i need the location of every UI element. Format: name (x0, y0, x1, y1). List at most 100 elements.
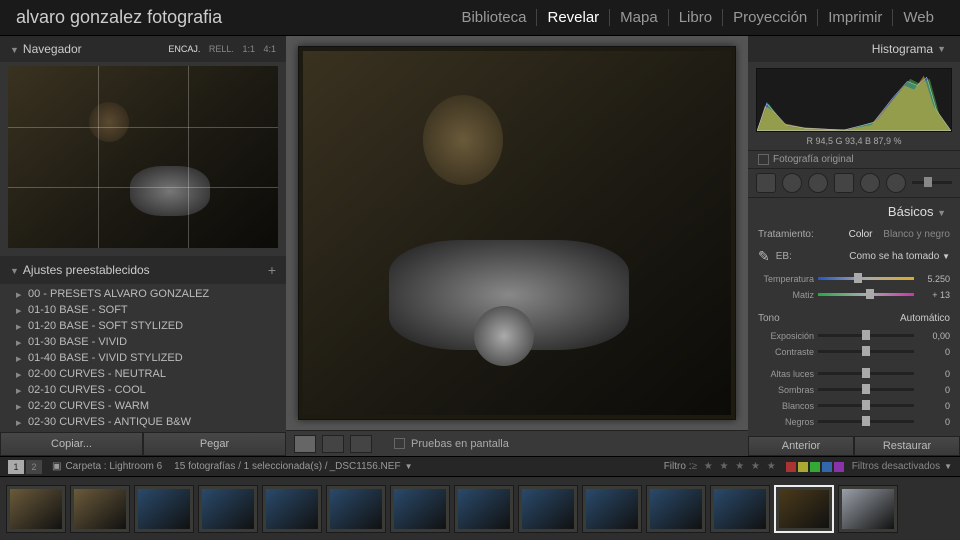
color-chip-blue[interactable] (822, 462, 832, 472)
previous-button[interactable]: Anterior (748, 436, 854, 456)
presets-header[interactable]: ▼ Ajustes preestablecidos + (0, 256, 286, 284)
filmstrip-thumb[interactable] (582, 485, 642, 533)
loupe-view[interactable]: 10/09/14 01:27:34 (286, 36, 748, 430)
presets-title: Ajustes preestablecidos (23, 263, 150, 277)
center-area: 10/09/14 01:27:34 Pruebas en pantalla (286, 36, 748, 456)
toolstrip (748, 168, 960, 198)
filmstrip-thumb[interactable] (710, 485, 770, 533)
wb-select[interactable]: Como se ha tomado ▼ (798, 251, 950, 262)
radial-tool[interactable] (860, 173, 880, 193)
grid-mode-2[interactable]: 2 (26, 460, 42, 474)
histogram[interactable] (756, 68, 952, 132)
slider-track[interactable] (818, 404, 914, 407)
preset-item[interactable]: 02-00 CURVES - NEUTRAL (0, 366, 286, 382)
filmstrip-thumb[interactable] (838, 485, 898, 533)
before-after-button[interactable] (322, 435, 344, 453)
spot-tool[interactable] (782, 173, 802, 193)
filmstrip[interactable] (0, 476, 960, 540)
treatment-color[interactable]: Color (849, 229, 873, 240)
tint-value[interactable]: + 13 (918, 290, 950, 300)
slider-value[interactable]: 0 (918, 385, 950, 395)
filmstrip-thumb[interactable] (518, 485, 578, 533)
filmstrip-thumb[interactable] (774, 485, 834, 533)
preset-item[interactable]: 02-10 CURVES - COOL (0, 382, 286, 398)
basics-header[interactable]: Básicos ▼ (748, 198, 960, 225)
wb-label: EB: (776, 251, 792, 262)
color-chip-green[interactable] (810, 462, 820, 472)
slider-track[interactable] (818, 372, 914, 375)
slider-value[interactable]: 0 (918, 347, 950, 357)
toolstrip-slider[interactable] (912, 181, 952, 184)
preset-item[interactable]: 02-20 CURVES - WARM (0, 398, 286, 414)
status-count: 15 fotografías / 1 seleccionada(s) / (174, 461, 327, 472)
navigator-preview[interactable] (8, 66, 278, 248)
auto-tone-button[interactable]: Automático (900, 313, 950, 324)
redeye-tool[interactable] (808, 173, 828, 193)
temp-slider[interactable] (818, 277, 914, 280)
preset-item[interactable]: 01-10 BASE - SOFT (0, 302, 286, 318)
module-proyeccion[interactable]: Proyección (723, 9, 818, 26)
filmstrip-thumb[interactable] (198, 485, 258, 533)
crop-tool[interactable] (756, 173, 776, 193)
center-toolbar: Pruebas en pantalla (286, 430, 748, 456)
temp-value[interactable]: 5.250 (918, 274, 950, 284)
grid-mode-1[interactable]: 1 (8, 460, 24, 474)
color-chip-purple[interactable] (834, 462, 844, 472)
filmstrip-thumb[interactable] (6, 485, 66, 533)
add-preset-icon[interactable]: + (268, 262, 276, 278)
color-chip-red[interactable] (786, 462, 796, 472)
slider-track[interactable] (818, 350, 914, 353)
treatment-bw[interactable]: Blanco y negro (883, 229, 950, 240)
softproof-checkbox[interactable] (394, 438, 405, 449)
preset-item[interactable]: 02-30 CURVES - ANTIQUE B&W (0, 414, 286, 430)
copy-button[interactable]: Copiar... (0, 432, 143, 456)
gradient-tool[interactable] (834, 173, 854, 193)
preset-item[interactable]: 01-20 BASE - SOFT STYLIZED (0, 318, 286, 334)
navigator-title: Navegador (23, 42, 82, 56)
filmstrip-thumb[interactable] (326, 485, 386, 533)
slider-track[interactable] (818, 388, 914, 391)
filmstrip-thumb[interactable] (134, 485, 194, 533)
eyedropper-icon[interactable]: ✎ (758, 248, 770, 265)
filter-label: Filtro : (664, 461, 692, 472)
triangle-down-icon: ▼ (10, 266, 19, 276)
status-bar: 1 2 ▣ Carpeta : Lightroom 6 15 fotografí… (0, 456, 960, 476)
slider-value[interactable]: 0 (918, 369, 950, 379)
loupe-mode-button[interactable] (294, 435, 316, 453)
filmstrip-thumb[interactable] (262, 485, 322, 533)
tint-slider[interactable] (818, 293, 914, 296)
preset-item[interactable]: 01-30 BASE - VIVID (0, 334, 286, 350)
preset-item[interactable]: 01-40 BASE - VIVID STYLIZED (0, 350, 286, 366)
module-imprimir[interactable]: Imprimir (818, 9, 893, 26)
color-chip-yellow[interactable] (798, 462, 808, 472)
status-filename: _DSC1156.NEF (330, 461, 401, 472)
filmstrip-thumb[interactable] (646, 485, 706, 533)
filmstrip-thumb[interactable] (454, 485, 514, 533)
restore-button[interactable]: Restaurar (854, 436, 960, 456)
histogram-header[interactable]: Histograma▼ (748, 36, 960, 62)
rating-filter[interactable]: ≥ ★ ★ ★ ★ ★ (691, 461, 777, 472)
filmstrip-thumb[interactable] (70, 485, 130, 533)
module-web[interactable]: Web (893, 9, 944, 26)
slider-value[interactable]: 0 (918, 417, 950, 427)
preset-item[interactable]: 00 - PRESETS ALVARO GONZALEZ (0, 286, 286, 302)
slider-label: Exposición (758, 331, 814, 341)
original-checkbox[interactable] (758, 154, 769, 165)
slider-label: Blancos (758, 401, 814, 411)
filters-disabled-label[interactable]: Filtros desactivados (852, 461, 940, 472)
slider-track[interactable] (818, 420, 914, 423)
slider-track[interactable] (818, 334, 914, 337)
compare-button[interactable] (350, 435, 372, 453)
module-mapa[interactable]: Mapa (610, 9, 669, 26)
slider-value[interactable]: 0,00 (918, 331, 950, 341)
navigator-zoom-opts[interactable]: ENCAJ. RELL. 1:1 4:1 (162, 44, 276, 54)
brush-tool[interactable] (886, 173, 906, 193)
module-biblioteca[interactable]: Biblioteca (451, 9, 537, 26)
navigator-header[interactable]: ▼Navegador ENCAJ. RELL. 1:1 4:1 (0, 36, 286, 62)
filmstrip-thumb[interactable] (390, 485, 450, 533)
module-revelar[interactable]: Revelar (537, 9, 610, 26)
module-libro[interactable]: Libro (669, 9, 723, 26)
slider-label: Sombras (758, 385, 814, 395)
paste-button[interactable]: Pegar (143, 432, 286, 456)
slider-value[interactable]: 0 (918, 401, 950, 411)
